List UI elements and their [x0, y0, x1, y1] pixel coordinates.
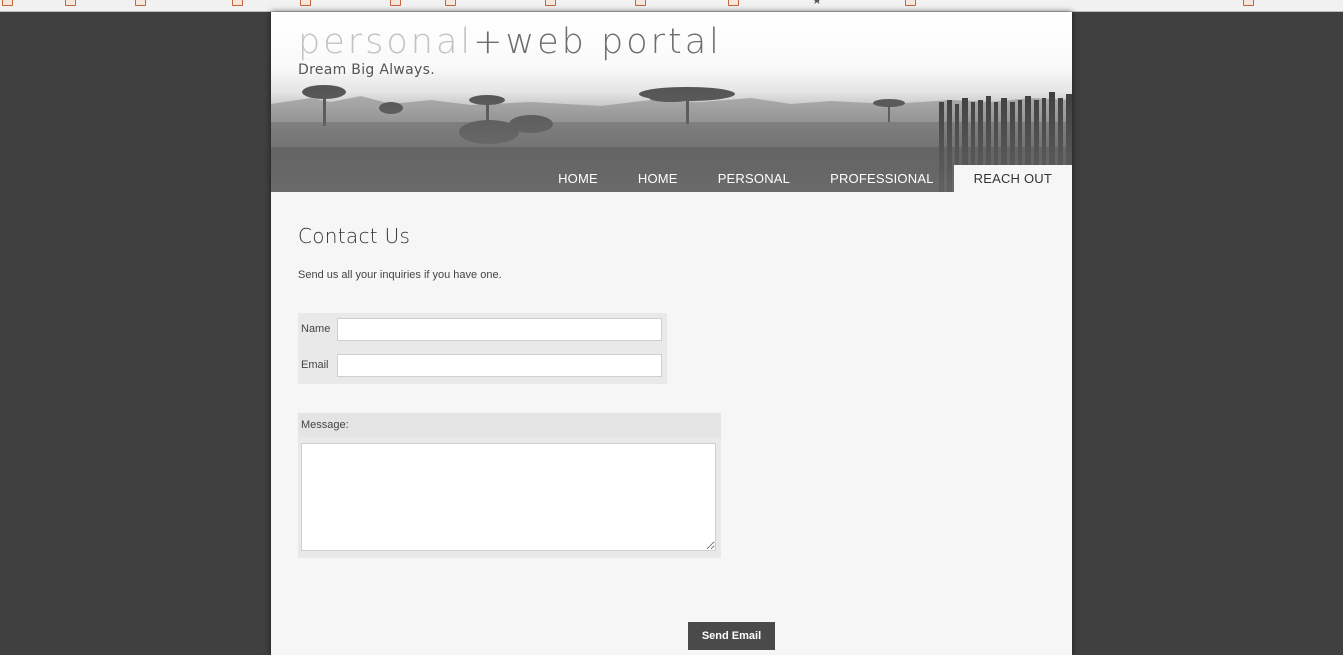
site-title-part2: +web portal: [473, 22, 722, 62]
nav-item-reach-out[interactable]: REACH OUT: [953, 165, 1072, 192]
send-email-button[interactable]: Send Email: [688, 622, 775, 650]
intro-text: Send us all your inquiries if you have o…: [298, 269, 502, 281]
star-icon[interactable]: ★: [812, 0, 822, 7]
name-input[interactable]: [337, 318, 662, 341]
bookmark-icon[interactable]: [390, 0, 401, 6]
name-row: Name: [298, 313, 667, 346]
page-container: personal+web portal Dream Big Always. HO…: [271, 12, 1072, 655]
site-tagline: Dream Big Always.: [298, 62, 435, 78]
bookmark-icon[interactable]: [300, 0, 311, 6]
nav-item-personal[interactable]: PERSONAL: [698, 165, 810, 192]
nav-item-professional[interactable]: PROFESSIONAL: [810, 165, 954, 192]
name-label: Name: [301, 323, 331, 335]
site-title[interactable]: personal+web portal: [298, 22, 722, 62]
bookmarks-bar: ★: [0, 0, 1343, 12]
bookmark-icon[interactable]: [445, 0, 456, 6]
message-label: Message:: [301, 419, 349, 431]
main-nav: HOME HOME PERSONAL PROFESSIONAL REACH OU…: [538, 165, 1072, 192]
bookmark-icon[interactable]: [905, 0, 916, 6]
email-row: Email: [298, 349, 667, 382]
site-header: personal+web portal Dream Big Always. HO…: [271, 12, 1072, 192]
message-group: Message:: [298, 413, 721, 558]
nav-item-home[interactable]: HOME: [538, 165, 618, 192]
bookmark-icon[interactable]: [635, 0, 646, 6]
email-input[interactable]: [337, 354, 662, 377]
bookmark-icon[interactable]: [1243, 0, 1254, 6]
contact-fields-group: Name Email: [298, 313, 667, 384]
nav-item-home-2[interactable]: HOME: [618, 165, 698, 192]
email-label: Email: [301, 359, 329, 371]
bookmark-icon[interactable]: [2, 0, 13, 6]
page-title: Contact Us: [298, 224, 411, 248]
bookmark-icon[interactable]: [135, 0, 146, 6]
site-title-part1: personal: [298, 22, 474, 62]
bookmark-icon[interactable]: [728, 0, 739, 6]
bookmark-icon[interactable]: [232, 0, 243, 6]
bookmark-icon[interactable]: [65, 0, 76, 6]
message-header: Message:: [298, 413, 721, 437]
message-textarea[interactable]: [301, 443, 716, 551]
bookmark-icon[interactable]: [545, 0, 556, 6]
